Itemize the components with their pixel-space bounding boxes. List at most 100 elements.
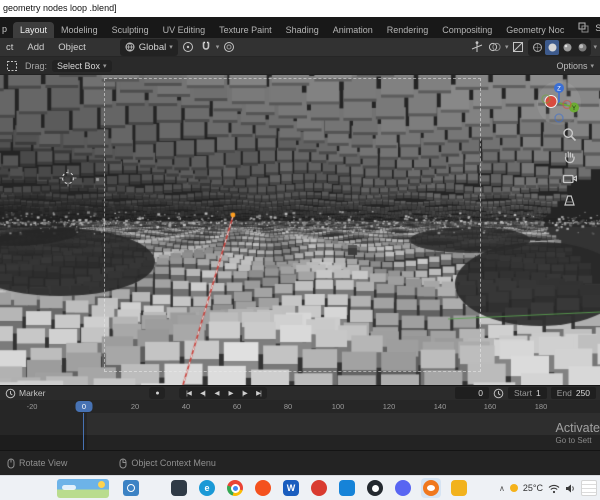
tab-compositing[interactable]: Compositing — [435, 22, 499, 38]
viewport-3d: Z Y — [0, 75, 600, 385]
scene-icon — [575, 20, 591, 35]
marker-menu[interactable]: Marker — [0, 388, 45, 399]
snap-magnet-icon[interactable] — [198, 40, 214, 55]
topbar: p Layout Modeling Sculpting UV Editing T… — [0, 17, 600, 38]
weather-widget[interactable] — [57, 478, 109, 498]
tab-layout[interactable]: Layout — [13, 22, 55, 38]
current-frame-field[interactable]: 0 — [455, 387, 489, 399]
play-button[interactable]: ▶ — [223, 389, 237, 397]
pan-hand-icon[interactable] — [562, 149, 577, 164]
active-tool-icon[interactable] — [4, 58, 20, 73]
taskbar-app-edge-icon[interactable]: e — [199, 480, 215, 496]
viewport-header: ct Add Object Global ▾ ▾ ▾ ▾ — [0, 38, 600, 57]
windows-taskbar: e W ∧ 25°C — [0, 475, 600, 500]
snap-dropdown-icon[interactable]: ▾ — [216, 43, 220, 51]
ruler-tick: 120 — [382, 402, 396, 411]
object-menu[interactable]: Object — [52, 42, 91, 53]
tab-shading[interactable]: Shading — [279, 22, 326, 38]
transform-orientation-dropdown[interactable]: Global ▾ — [119, 38, 178, 56]
mouse-right-icon — [119, 458, 127, 468]
shading-rendered-icon[interactable] — [575, 40, 589, 55]
taskbar-search-icon[interactable] — [123, 480, 139, 496]
options-dropdown[interactable]: Options ▾ — [556, 61, 600, 71]
menu-partial[interactable]: p — [0, 24, 13, 38]
watermark-line1: Activate — [555, 421, 600, 435]
gizmo-x-ball — [544, 95, 558, 108]
current-frame-indicator[interactable]: 0 — [75, 401, 93, 412]
tray-notes-icon[interactable] — [581, 480, 597, 496]
weather-sun-icon — [509, 484, 518, 492]
timeline-tracks[interactable]: Activate Go to Sett — [0, 413, 600, 450]
select-box-label: Select Box — [57, 60, 101, 71]
chevron-down-icon: ▾ — [169, 44, 173, 51]
gizmo-y-label: Y — [572, 106, 576, 112]
start-frame-field[interactable]: Start 1 — [508, 387, 547, 399]
viewport-shading-group — [528, 38, 592, 56]
end-frame-field[interactable]: End 250 — [550, 387, 596, 399]
timeline-fields: 0 Start 1 End 250 — [455, 387, 600, 399]
tab-uv-editing[interactable]: UV Editing — [156, 22, 213, 38]
select-menu-partial[interactable]: ct — [0, 42, 19, 53]
blender-window: geometry nodes loop .blend] p Layout Mod… — [0, 0, 600, 500]
perspective-toggle-icon[interactable] — [562, 193, 577, 208]
jump-to-start-button[interactable]: |◀ — [181, 389, 195, 397]
timeline-ruler[interactable]: -20 0 20 40 60 80 100 120 140 160 180 0 — [0, 400, 600, 413]
shading-material-icon[interactable] — [560, 40, 574, 55]
prev-keyframe-button[interactable]: ◀| — [195, 389, 209, 397]
drag-label: Drag: — [25, 60, 48, 71]
jump-to-end-button[interactable]: ▶| — [251, 389, 265, 397]
taskbar-app-vscode-icon[interactable] — [339, 480, 355, 496]
select-box-dropdown[interactable]: Select Box ▾ — [52, 59, 112, 72]
autokey-record-button[interactable]: ● — [149, 387, 166, 399]
tray-expand-icon[interactable]: ∧ — [499, 484, 505, 493]
proportional-editing-icon[interactable] — [221, 40, 237, 55]
wifi-icon[interactable] — [548, 483, 560, 494]
sun-icon — [98, 480, 105, 488]
taskbar-app-firefox-icon[interactable] — [255, 480, 271, 496]
preview-range-icon[interactable] — [493, 388, 504, 399]
taskbar-app-word-icon[interactable]: W — [283, 480, 299, 496]
show-gizmo-icon[interactable] — [469, 40, 485, 55]
taskbar-app-github-icon[interactable] — [367, 480, 383, 496]
window-title: geometry nodes loop .blend] — [3, 3, 117, 13]
volume-icon[interactable] — [565, 483, 576, 494]
play-reverse-button[interactable]: ◀ — [209, 389, 223, 397]
camera-view-icon[interactable] — [562, 171, 577, 186]
shading-wireframe-icon[interactable] — [530, 40, 544, 55]
overlays-dropdown-icon[interactable]: ▾ — [505, 43, 509, 51]
taskbar-app-terminal-icon[interactable] — [171, 480, 187, 496]
taskbar-app-chrome-icon[interactable] — [227, 480, 243, 496]
temperature-label[interactable]: 25°C — [523, 483, 543, 493]
tab-modeling[interactable]: Modeling — [54, 22, 105, 38]
window-titlebar: geometry nodes loop .blend] — [0, 0, 600, 17]
pivot-point-icon[interactable] — [180, 40, 196, 55]
shading-solid-icon[interactable] — [545, 39, 560, 55]
shading-dropdown-icon[interactable]: ▾ — [593, 43, 597, 51]
taskbar-app-discord-icon[interactable] — [395, 480, 411, 496]
tab-geometry-nodes[interactable]: Geometry Noc — [499, 22, 571, 38]
ruler-tick: 180 — [534, 402, 548, 411]
taskbar-app-blender-icon[interactable] — [423, 480, 439, 496]
tab-rendering[interactable]: Rendering — [380, 22, 436, 38]
timeline-channel-stripe — [0, 435, 600, 450]
tab-animation[interactable]: Animation — [326, 22, 380, 38]
viewport-nav-icons — [562, 127, 577, 208]
taskbar-app-explorer-icon[interactable] — [451, 480, 467, 496]
tab-sculpting[interactable]: Sculpting — [105, 22, 156, 38]
orientation-label: Global — [138, 41, 167, 53]
navigation-gizmo[interactable]: Z Y — [536, 80, 582, 126]
scene-selector[interactable]: Scene × — [571, 20, 600, 38]
overlays-icon[interactable] — [487, 40, 503, 55]
chevron-down-icon: ▾ — [103, 62, 107, 70]
xray-toggle-icon[interactable] — [510, 40, 526, 55]
tool-settings-bar: Drag: Select Box ▾ Options ▾ — [0, 57, 600, 75]
next-keyframe-button[interactable]: |▶ — [237, 389, 251, 397]
taskbar-app-media-icon[interactable] — [311, 480, 327, 496]
playhead-line[interactable] — [83, 413, 84, 450]
start-label: Start — [514, 388, 532, 398]
end-label: End — [556, 388, 572, 398]
app-glyph: W — [286, 483, 296, 493]
add-menu[interactable]: Add — [21, 42, 50, 53]
tab-texture-paint[interactable]: Texture Paint — [212, 22, 279, 38]
zoom-icon[interactable] — [562, 127, 577, 142]
